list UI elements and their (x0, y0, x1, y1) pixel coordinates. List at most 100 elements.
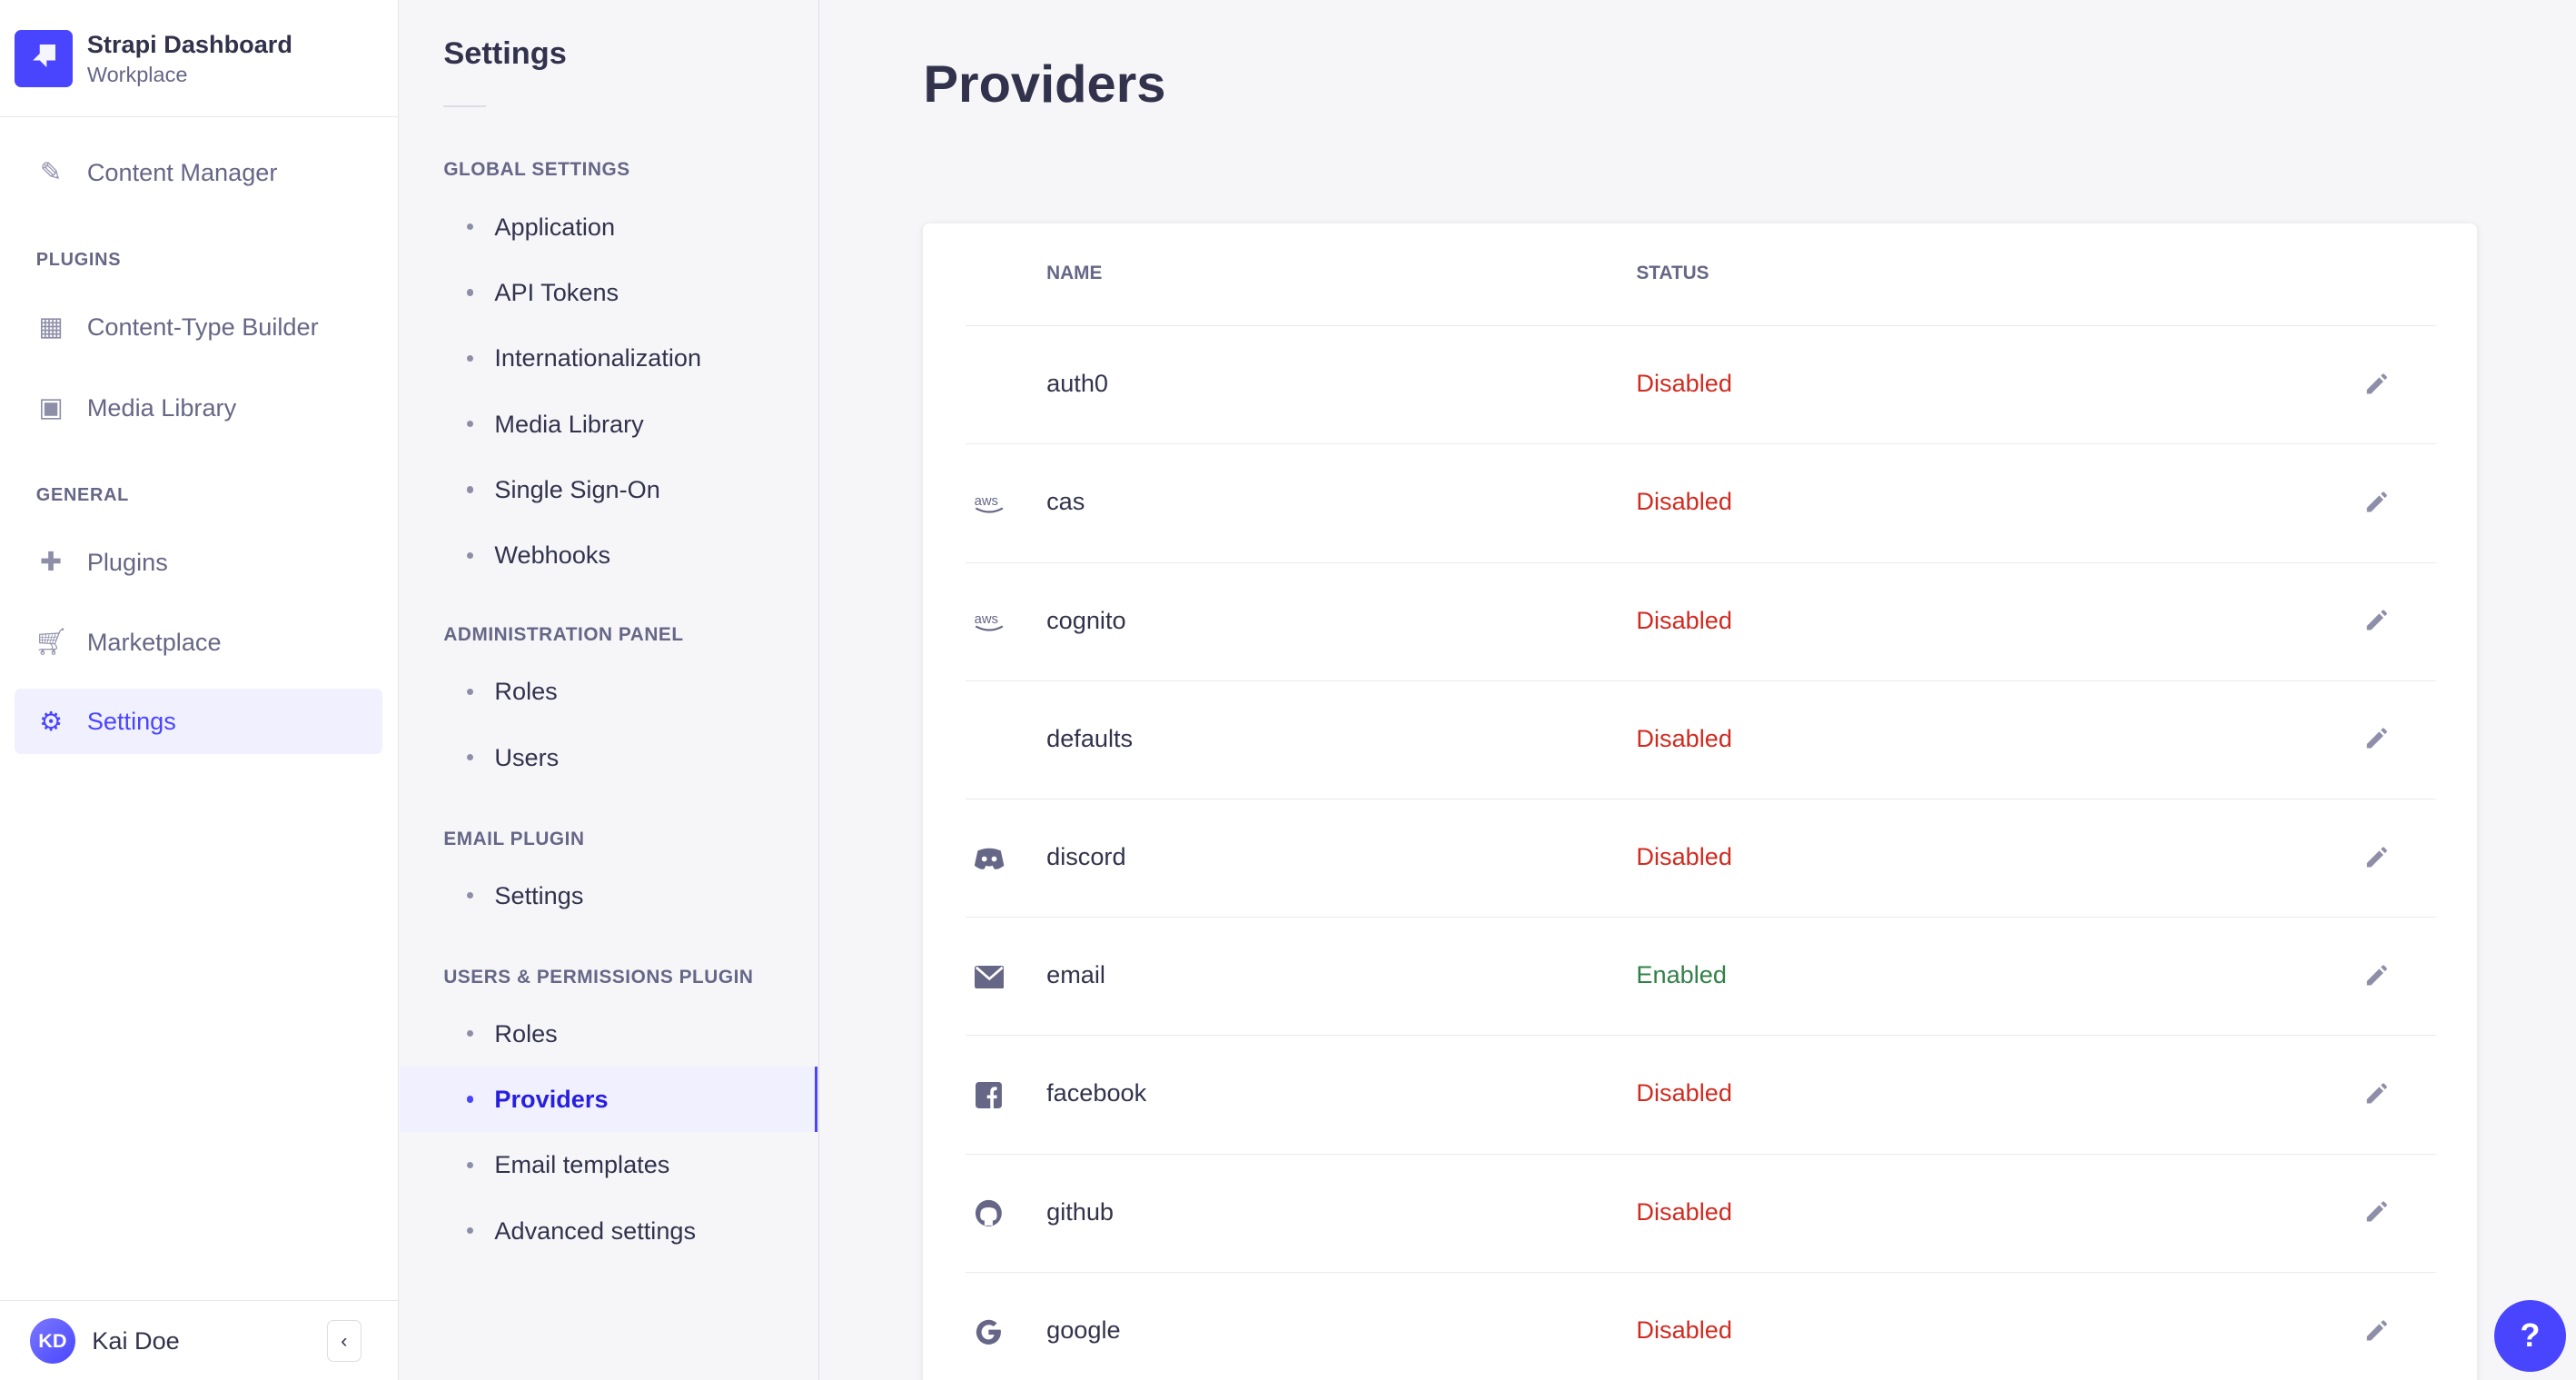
bullet-icon (466, 486, 473, 493)
nav-media-library[interactable]: ▣ Media Library (15, 374, 382, 440)
discord-icon (973, 842, 1006, 875)
cart-icon: 🛒︎ (34, 628, 68, 658)
table-row[interactable]: facebook Disabled (966, 1035, 2437, 1154)
bullet-icon (466, 754, 473, 761)
subnav-section: EMAIL PLUGIN (443, 828, 585, 849)
bullet-icon (466, 354, 473, 362)
subnav-label: Webhooks (494, 541, 611, 570)
subnav-item-single-sign-on[interactable]: Single Sign-On (400, 457, 818, 522)
status-badge: Disabled (1636, 1078, 1732, 1107)
aws-icon: aws (973, 487, 1006, 520)
user-menu[interactable]: KD Kai Doe ‹ (0, 1300, 398, 1380)
edit-pencil-icon[interactable] (2363, 842, 2393, 872)
page-title: Providers (923, 55, 1166, 114)
edit-pencil-icon[interactable] (2363, 487, 2393, 517)
table-row[interactable]: defaults Disabled (966, 680, 2437, 799)
status-badge: Disabled (1636, 487, 1732, 516)
edit-pencil-icon[interactable] (2363, 606, 2393, 636)
provider-name: defaults (1046, 723, 1134, 752)
table-row[interactable]: auth0 Disabled (966, 325, 2437, 444)
nav-label: Marketplace (86, 628, 222, 657)
help-button[interactable]: ? (2493, 1299, 2567, 1373)
provider-icon-empty (973, 724, 1006, 757)
subnav-section: USERS & PERMISSIONS PLUGIN (443, 966, 754, 988)
facebook-icon (973, 1078, 1006, 1111)
subnav-label: Advanced settings (494, 1216, 697, 1245)
provider-name: facebook (1046, 1078, 1147, 1107)
subnav-item-roles[interactable]: Roles (400, 1000, 818, 1066)
nav-settings[interactable]: ⚙ Settings (15, 688, 383, 755)
github-icon (973, 1197, 1006, 1230)
nav-label: Plugins (86, 547, 168, 576)
edit-pencil-icon[interactable] (2363, 724, 2393, 754)
avatar: KD (29, 1317, 76, 1365)
subnav-section: GLOBAL SETTINGS (443, 159, 630, 181)
nav-marketplace[interactable]: 🛒︎ Marketplace (15, 610, 382, 675)
subnav-label: Settings (494, 880, 584, 909)
edit-pencil-icon[interactable] (2363, 1078, 2393, 1108)
nav-plugins[interactable]: ✚ Plugins (15, 529, 382, 594)
subnav-item-email-templates[interactable]: Email templates (400, 1132, 818, 1197)
bullet-icon (466, 1227, 473, 1235)
subnav-label: API Tokens (494, 277, 619, 306)
puzzle-icon: ✚ (39, 548, 63, 578)
svg-text:aws: aws (974, 494, 997, 509)
nav-section-plugins: PLUGINS (35, 249, 122, 270)
table-row[interactable]: aws cognito Disabled (966, 561, 2437, 681)
layout-icon: ▦ (38, 313, 64, 343)
providers-table: NAME STATUS auth0 Disabled aws cas Disab… (923, 223, 2478, 1380)
provider-name: discord (1046, 842, 1126, 871)
status-badge: Disabled (1636, 1196, 1732, 1226)
edit-pencil-icon[interactable] (2363, 1197, 2393, 1227)
provider-name: google (1046, 1315, 1121, 1344)
strapi-logo-icon (15, 29, 73, 87)
nav-label: Media Library (86, 392, 237, 422)
nav-section-general: GENERAL (35, 484, 130, 505)
nav-label: Settings (86, 707, 176, 736)
nav-label: Content Manager (86, 157, 278, 186)
status-badge: Disabled (1636, 1315, 1732, 1344)
edit-pencil-icon[interactable] (2363, 960, 2393, 990)
table-row[interactable]: aws cas Disabled (966, 443, 2437, 562)
bullet-icon (466, 1161, 473, 1168)
subnav-item-webhooks[interactable]: Webhooks (400, 522, 818, 588)
subnav-item-internationalization[interactable]: Internationalization (400, 325, 818, 391)
subnav-item-media-library[interactable]: Media Library (400, 391, 818, 456)
divider (443, 104, 487, 107)
user-name: Kai Doe (92, 1325, 180, 1355)
bullet-icon (466, 551, 473, 559)
bullet-icon (466, 688, 473, 696)
subnav-item-users[interactable]: Users (400, 725, 818, 790)
subnav-label: Single Sign-On (494, 474, 660, 503)
subnav-item-settings[interactable]: Settings (400, 863, 818, 928)
status-badge: Disabled (1636, 369, 1732, 398)
subnav-item-roles[interactable]: Roles (400, 659, 818, 724)
nav-content-type-builder[interactable]: ▦ Content-Type Builder (15, 294, 382, 360)
main-content: Providers NAME STATUS auth0 Disabled aws… (820, 0, 2576, 1380)
subnav-label: Roles (494, 1018, 558, 1047)
subnav-item-providers[interactable]: Providers (399, 1066, 818, 1133)
provider-name: email (1046, 960, 1105, 989)
table-row[interactable]: email Enabled (966, 917, 2437, 1036)
subnav-item-application[interactable]: Application (400, 194, 818, 259)
table-row[interactable]: discord Disabled (966, 799, 2437, 918)
provider-name: auth0 (1046, 369, 1108, 398)
subnav-label: Users (494, 742, 560, 771)
edit-pencil-icon[interactable] (2363, 369, 2393, 399)
subnav-item-api-tokens[interactable]: API Tokens (400, 260, 818, 325)
subnav-section: ADMINISTRATION PANEL (443, 624, 684, 646)
subnav-label: Roles (494, 677, 558, 706)
table-row[interactable]: google Disabled (966, 1271, 2437, 1380)
bullet-icon (466, 892, 473, 899)
bullet-icon (466, 289, 473, 296)
subnav-item-advanced-settings[interactable]: Advanced settings (400, 1198, 818, 1264)
status-badge: Disabled (1636, 605, 1732, 634)
table-row[interactable]: github Disabled (966, 1153, 2437, 1273)
status-badge: Disabled (1636, 842, 1732, 871)
nav-content-manager[interactable]: ✎ Content Manager (15, 140, 382, 205)
edit-pencil-icon[interactable] (2363, 1315, 2393, 1345)
main-nav: Strapi Dashboard Workplace ✎ Content Mana… (0, 0, 399, 1380)
bullet-icon (466, 1096, 473, 1103)
mail-icon (973, 960, 1006, 993)
collapse-nav-button[interactable]: ‹ (326, 1320, 362, 1362)
